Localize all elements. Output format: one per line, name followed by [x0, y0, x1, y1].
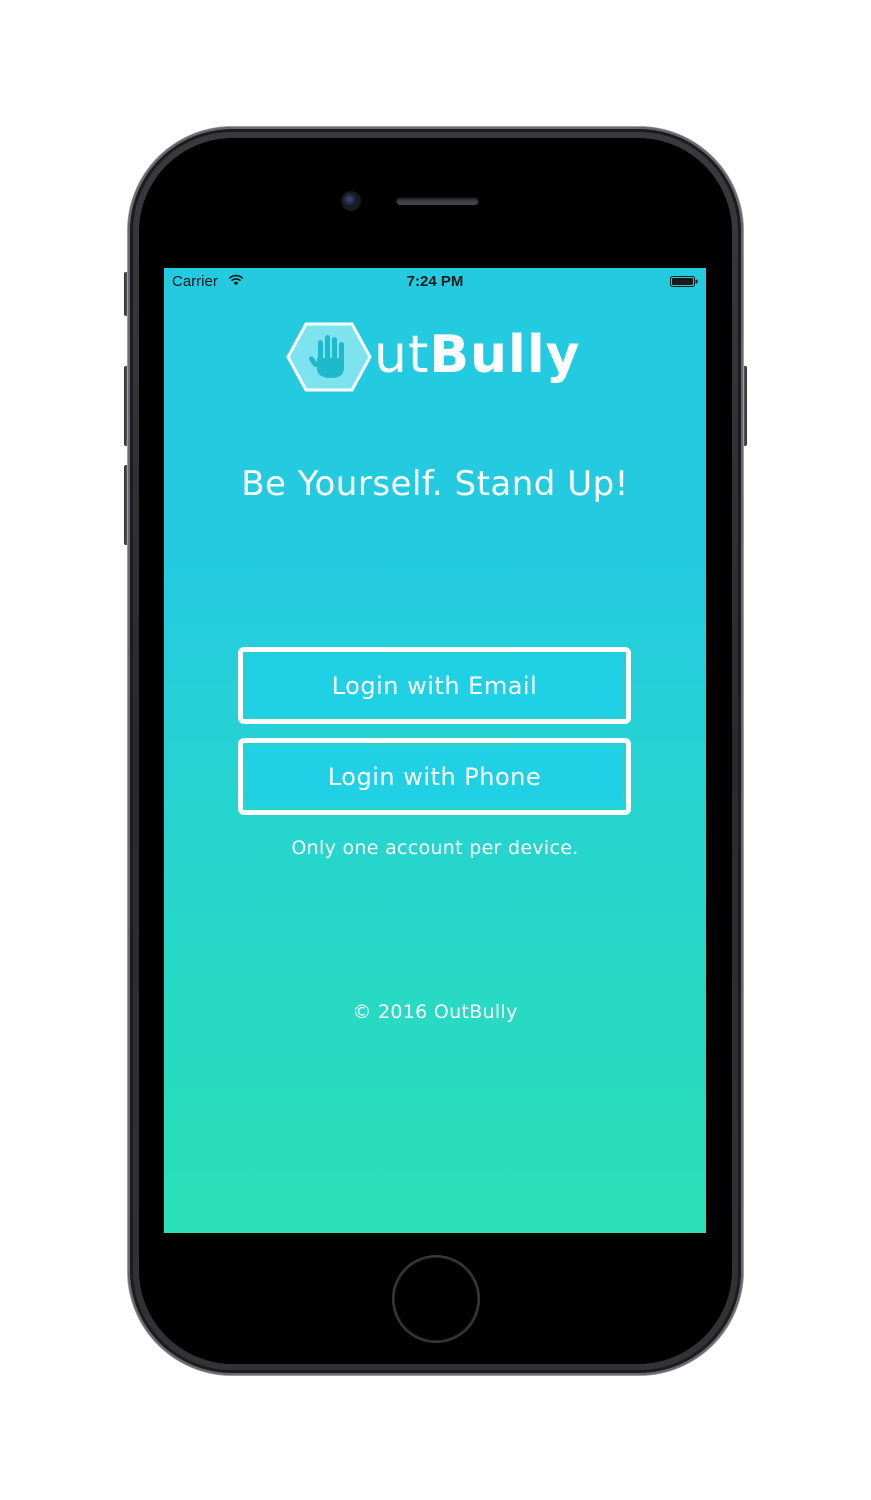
status-bar: Carrier 7:24 PM	[164, 268, 706, 296]
login-phone-label: Login with Phone	[247, 747, 622, 806]
copyright-text: © 2016 OutBully	[352, 1001, 518, 1023]
home-button[interactable]	[394, 1257, 478, 1341]
login-email-label: Login with Email	[247, 656, 622, 715]
earpiece-speaker	[396, 197, 479, 205]
battery-icon	[670, 276, 698, 287]
login-email-button[interactable]: Login with Email	[238, 647, 631, 724]
login-phone-button[interactable]: Login with Phone	[238, 738, 631, 815]
app-logo: utBully	[286, 322, 586, 392]
raised-hand-hexagon-icon	[286, 322, 372, 392]
app-screen: Carrier 7:24 PM utBully Be Yourself. Sta…	[164, 268, 706, 1233]
tagline: Be Yourself. Stand Up!	[241, 464, 629, 504]
device-mockup: Carrier 7:24 PM utBully Be Yourself. Sta…	[0, 0, 871, 1500]
wordmark-bold: Bully	[429, 325, 581, 385]
app-wordmark: utBully	[374, 324, 581, 386]
status-time: 7:24 PM	[406, 273, 464, 290]
account-note: Only one account per device.	[291, 837, 579, 859]
front-camera	[343, 193, 359, 209]
wordmark-light: ut	[374, 325, 430, 385]
